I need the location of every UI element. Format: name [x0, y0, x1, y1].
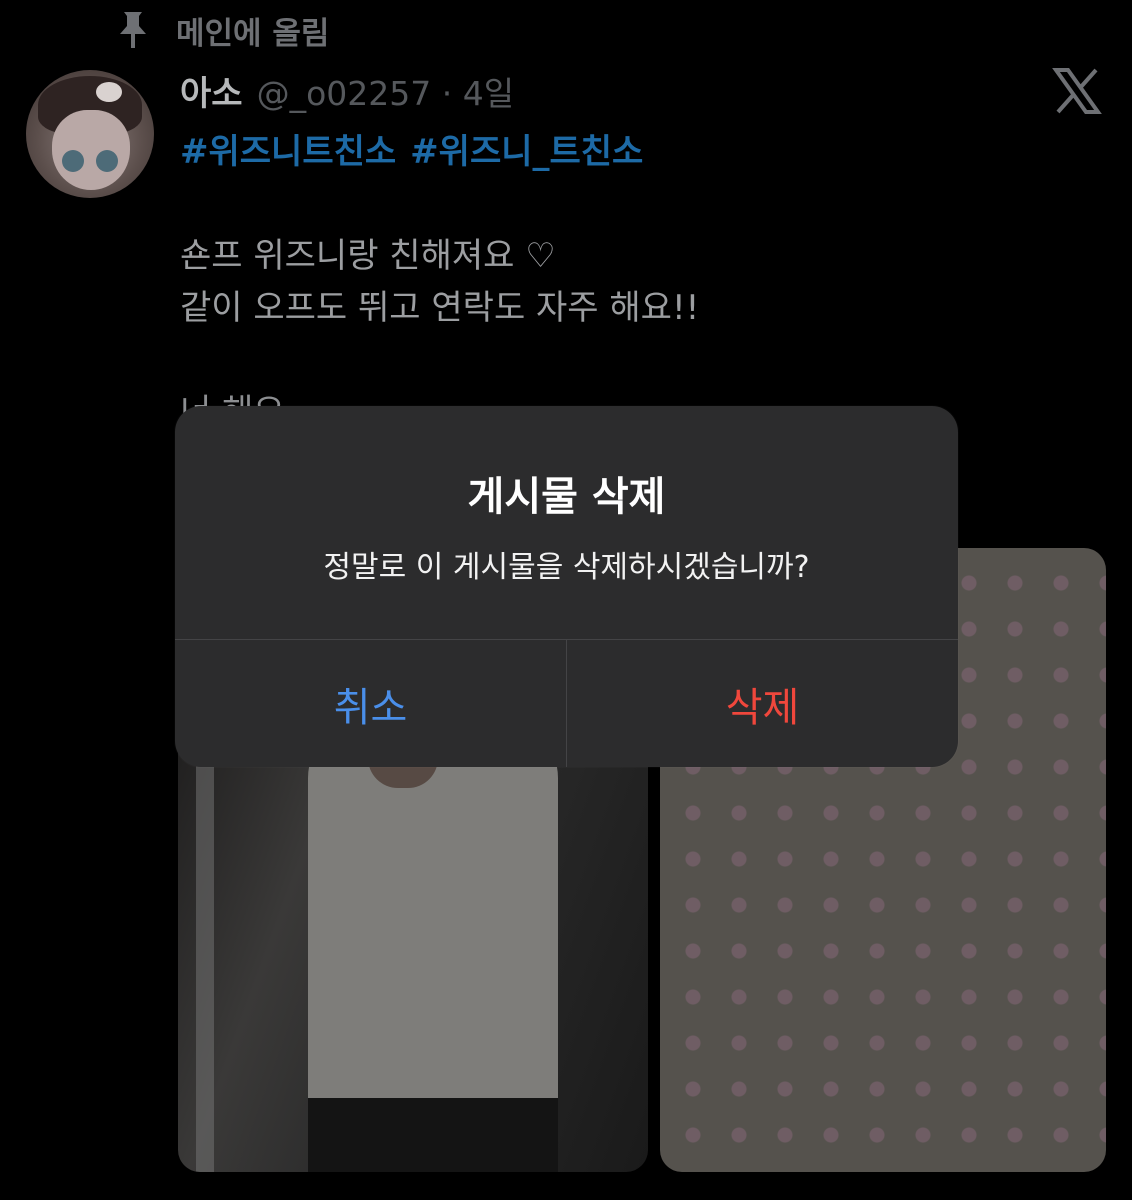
page: 메인에 올림 아소 @_o02257 · 4일 #위즈니트친소 #위즈니_트친소…: [0, 0, 1132, 1200]
pinned-indicator: 메인에 올림: [118, 8, 329, 52]
hashtag-link[interactable]: #위즈니_트친소: [410, 124, 643, 173]
hashtags: #위즈니트친소 #위즈니_트친소: [180, 124, 643, 173]
tweet-text-line: 같이 오프도 뛰고 연락도 자주 해요!!: [180, 288, 700, 328]
dialog-content: 게시물 삭제 정말로 이 게시물을 삭제하시겠습니까?: [175, 406, 958, 639]
delete-post-dialog: 게시물 삭제 정말로 이 게시물을 삭제하시겠습니까? 취소 삭제: [175, 406, 958, 767]
delete-button[interactable]: 삭제: [566, 640, 958, 767]
dialog-actions: 취소 삭제: [175, 639, 958, 767]
pinned-label: 메인에 올림: [176, 15, 330, 52]
x-logo-icon: [1052, 68, 1102, 114]
hashtag-link[interactable]: #위즈니트친소: [180, 124, 396, 173]
author-name[interactable]: 아소: [180, 66, 243, 115]
cancel-button[interactable]: 취소: [175, 640, 566, 767]
tweet-text-line: 숀프 위즈니랑 친해져요 ♡: [180, 236, 556, 276]
dialog-title: 게시물 삭제: [467, 474, 666, 520]
pin-icon: [120, 12, 146, 48]
author-handle-time: @_o02257 · 4일: [256, 74, 515, 113]
dialog-message: 정말로 이 게시물을 삭제하시겠습니까?: [323, 550, 810, 585]
avatar[interactable]: [26, 70, 154, 198]
tweet-header: 아소 @_o02257 · 4일: [180, 66, 514, 114]
